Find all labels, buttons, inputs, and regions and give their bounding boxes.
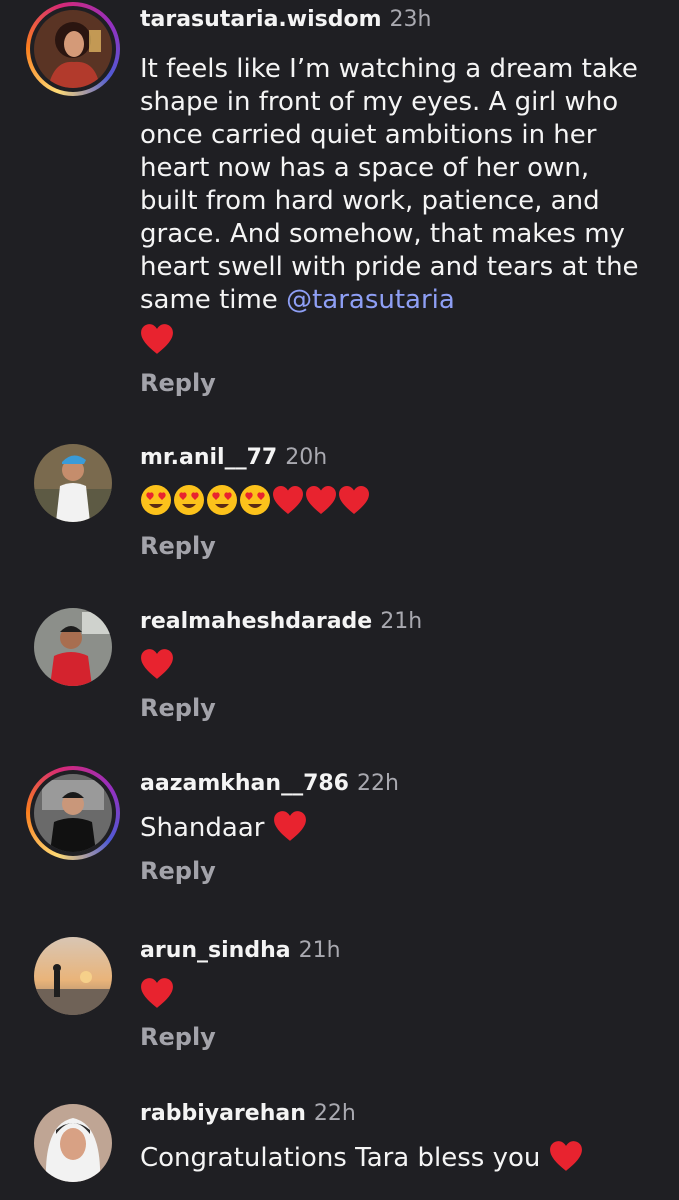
avatar[interactable]	[34, 937, 112, 1015]
reply-button[interactable]: Reply	[140, 369, 649, 397]
avatar-story-ring[interactable]	[26, 2, 120, 96]
red-heart-icon	[140, 323, 174, 355]
comment-username[interactable]: tarasutaria.wisdom	[140, 7, 382, 32]
comment-time: 21h	[298, 938, 341, 963]
avatar[interactable]	[34, 1104, 112, 1182]
heart-eyes-icon	[140, 484, 172, 516]
comment-time: 23h	[389, 7, 432, 32]
red-heart-icon	[140, 648, 174, 680]
avatar[interactable]	[34, 10, 112, 88]
reaction-emojis	[140, 484, 649, 520]
red-heart-icon	[549, 1140, 583, 1172]
mention-link[interactable]: tarasutaria	[312, 285, 455, 315]
comment-username[interactable]: rabbiyarehan	[140, 1101, 306, 1126]
red-heart-icon	[273, 810, 307, 842]
threads-icon: @	[286, 285, 313, 315]
comment-time: 21h	[380, 609, 423, 634]
comment-text-block: Congratulations Tara bless you	[140, 1140, 649, 1175]
heart-eyes-icon	[206, 484, 238, 516]
comment-username[interactable]: aazamkhan__786	[140, 771, 349, 796]
reply-button[interactable]: Reply	[140, 857, 649, 885]
reply-button[interactable]: Reply	[140, 694, 649, 722]
reply-button[interactable]: Reply	[140, 532, 649, 560]
red-heart-icon	[272, 484, 304, 516]
red-heart-icon	[140, 977, 174, 1009]
red-heart-icon	[338, 484, 370, 516]
comment-time: 22h	[357, 771, 399, 796]
heart-eyes-icon	[239, 484, 271, 516]
comment-text-block: It feels like I’m watching a dream take …	[140, 53, 649, 317]
comments-list: tarasutaria.wisdom 23h It feels like I’m …	[0, 0, 679, 1200]
red-heart-icon	[305, 484, 337, 516]
comment-text: Congratulations Tara bless you	[140, 1143, 541, 1173]
reply-button[interactable]: Reply	[140, 1023, 649, 1051]
comment-text-block: Shandaar	[140, 810, 649, 845]
heart-eyes-icon	[173, 484, 205, 516]
avatar[interactable]	[34, 608, 112, 686]
comment-text: It feels like I’m watching a dream take …	[140, 54, 639, 315]
comment-username[interactable]: realmaheshdarade	[140, 609, 372, 634]
comment-username[interactable]: mr.anil__77	[140, 445, 277, 470]
comment-time: 20h	[285, 445, 328, 470]
comment-username[interactable]: arun_sindha	[140, 938, 291, 963]
avatar[interactable]	[34, 444, 112, 522]
comment-time: 22h	[313, 1101, 356, 1126]
comment-text: Shandaar	[140, 813, 265, 843]
avatar-story-ring[interactable]	[26, 766, 120, 860]
avatar[interactable]	[34, 774, 112, 852]
